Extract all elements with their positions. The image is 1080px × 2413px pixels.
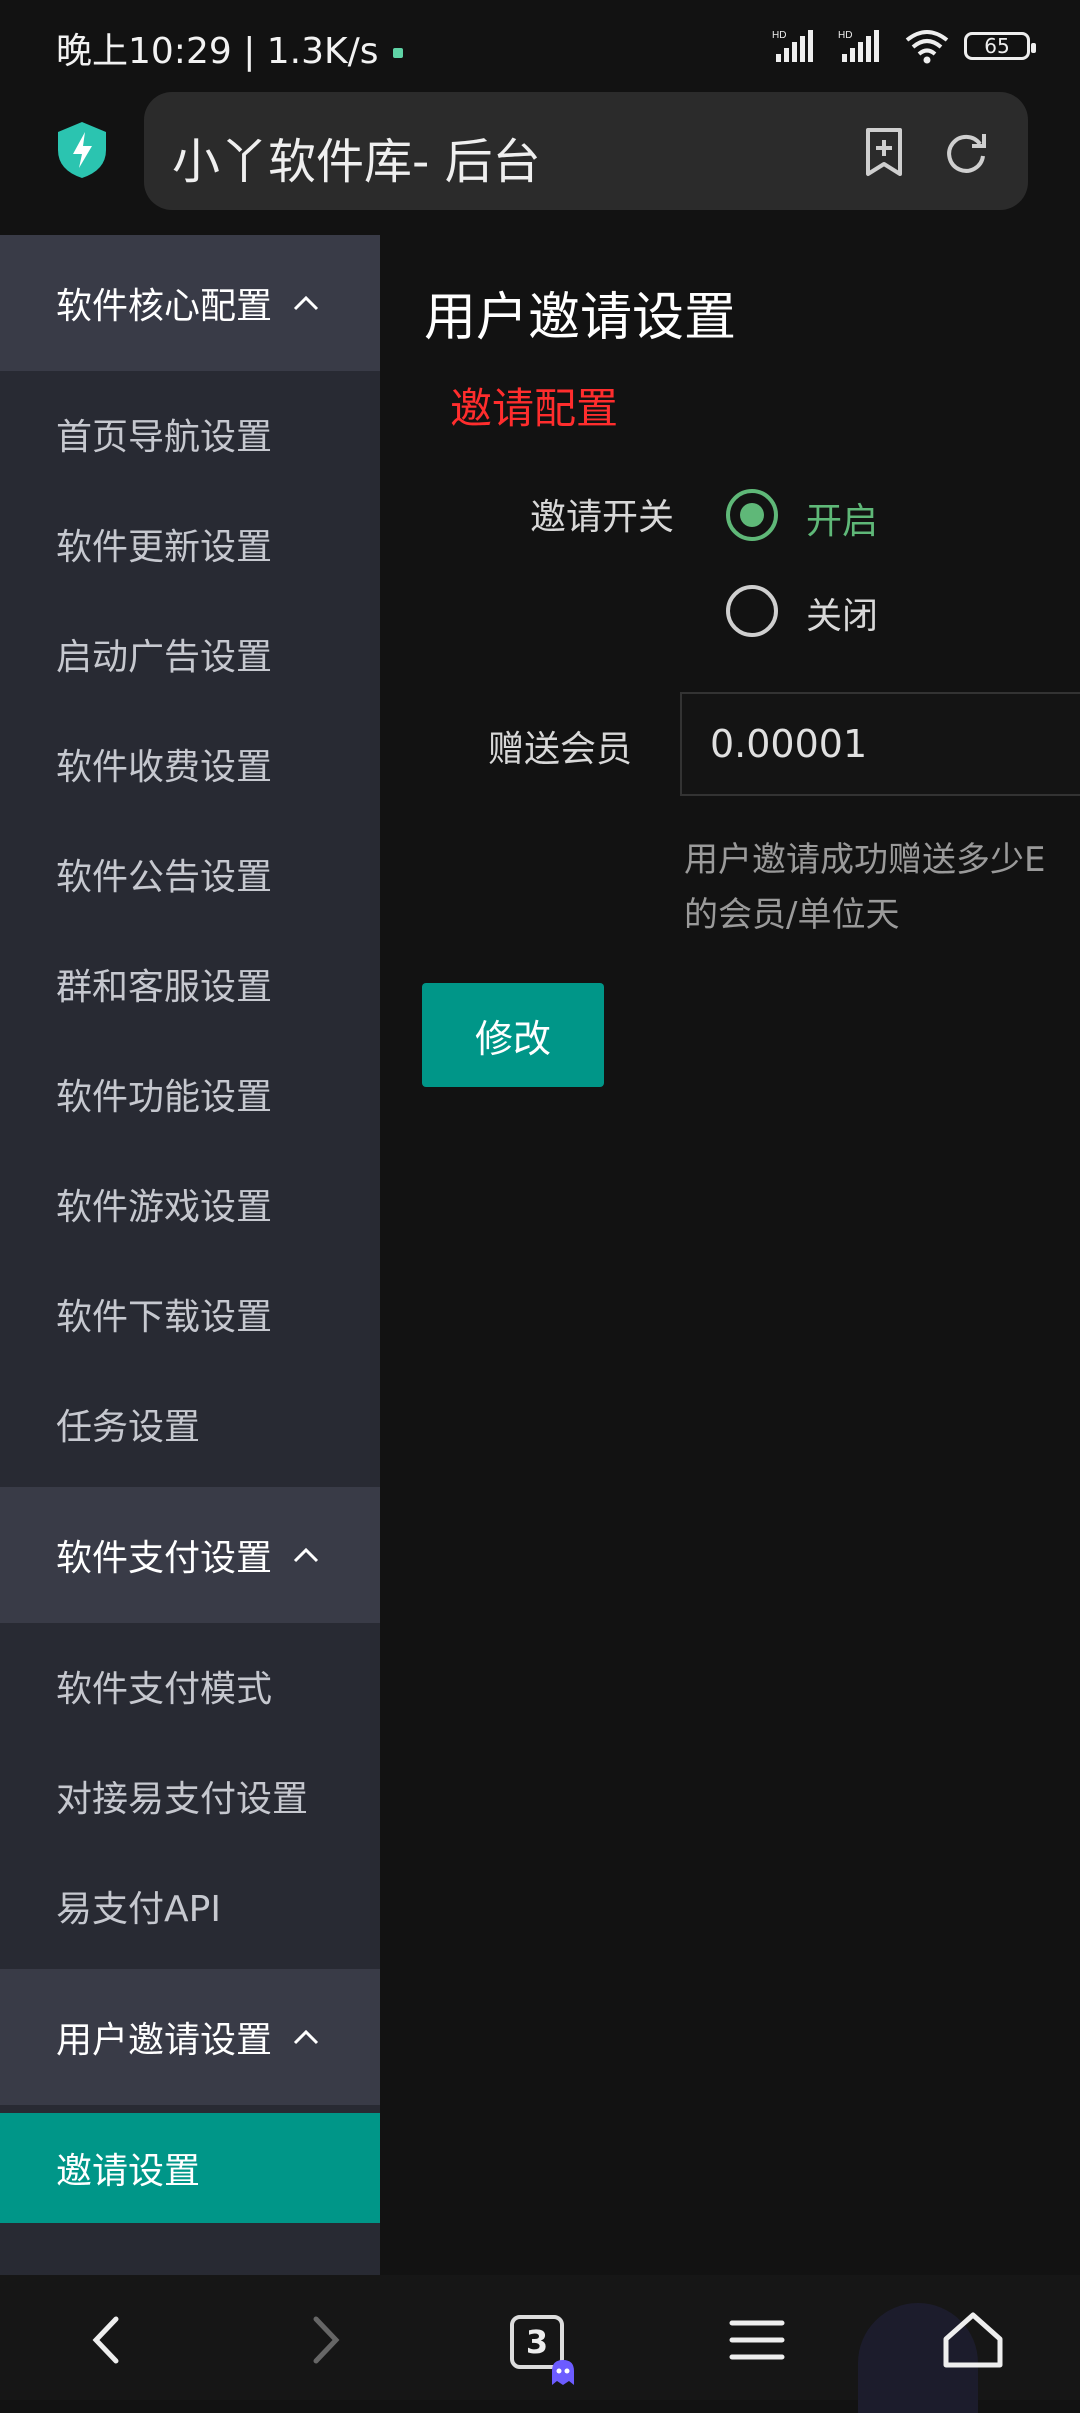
gift-member-value[interactable]: 0.00001	[710, 722, 867, 766]
status-icons: HD HD 65	[772, 28, 1036, 64]
chevron-up-icon	[293, 2029, 319, 2045]
sidebar-item-group-service[interactable]: 群和客服设置	[0, 929, 380, 1039]
sidebar-item-notice[interactable]: 软件公告设置	[0, 819, 380, 929]
status-bar: 晚上10:29 | 1.3K/s HD HD 65	[0, 0, 1080, 90]
address-bar-title[interactable]: 小丫软件库- 后台	[172, 122, 541, 192]
svg-text:HD: HD	[838, 30, 852, 41]
page-title: 用户邀请设置	[424, 288, 737, 348]
sidebar-group-items: 软件支付模式 对接易支付设置 易支付API	[0, 1623, 380, 1969]
browser-toolbar: 小丫软件库- 后台	[0, 92, 1080, 212]
refresh-icon[interactable]	[940, 126, 992, 178]
forward-icon[interactable]	[290, 2305, 360, 2375]
sidebar-group-core-config[interactable]: 软件核心配置	[0, 235, 380, 371]
help-line: 用户邀请成功赠送多少E	[684, 840, 1046, 880]
help-line: 的会员/单位天	[684, 895, 900, 935]
gift-member-help: 用户邀请成功赠送多少E 的会员/单位天	[684, 833, 1080, 943]
menu-icon[interactable]	[722, 2305, 792, 2375]
battery-icon: 65	[964, 32, 1036, 60]
sidebar-item-epay-api[interactable]: 易支付API	[0, 1851, 380, 1961]
sidebar-group-invite[interactable]: 用户邀请设置	[0, 1969, 380, 2105]
radio-disable-label[interactable]: 关闭	[806, 587, 878, 639]
battery-level: 65	[984, 34, 1010, 58]
status-time-text: 晚上10:29 | 1.3K/s	[56, 31, 379, 72]
sidebar-item-games[interactable]: 软件游戏设置	[0, 1149, 380, 1259]
sidebar-group-items: 邀请设置	[0, 2105, 380, 2231]
chevron-up-icon	[293, 1547, 319, 1563]
sidebar-item-launch-ad[interactable]: 启动广告设置	[0, 599, 380, 709]
radio-enable[interactable]	[726, 489, 778, 541]
sidebar-item-invite-settings[interactable]: 邀请设置	[0, 2113, 380, 2223]
notification-dot-icon	[392, 48, 403, 58]
submit-button[interactable]: 修改	[422, 983, 604, 1087]
radio-disable[interactable]	[726, 585, 778, 637]
browser-bottom-nav: 3	[0, 2275, 1080, 2413]
home-icon[interactable]	[938, 2305, 1008, 2375]
address-bar[interactable]: 小丫软件库- 后台	[144, 92, 1028, 210]
section-title: 邀请配置	[450, 384, 619, 433]
sidebar-item-home-nav[interactable]: 首页导航设置	[0, 379, 380, 489]
wifi-icon	[905, 30, 949, 64]
sidebar-group-title: 软件核心配置	[56, 286, 273, 327]
invite-switch-label: 邀请开关	[530, 497, 675, 538]
sidebar-item-features[interactable]: 软件功能设置	[0, 1039, 380, 1149]
chevron-up-icon	[293, 295, 319, 311]
ghost-badge-icon	[552, 2360, 574, 2385]
sidebar-item-pay-mode[interactable]: 软件支付模式	[0, 1631, 380, 1741]
admin-sidebar: 软件核心配置 首页导航设置 软件更新设置 启动广告设置 软件收费设置 软件公告设…	[0, 235, 380, 2275]
sidebar-item-download[interactable]: 软件下载设置	[0, 1259, 380, 1369]
sidebar-group-title: 用户邀请设置	[56, 2020, 273, 2061]
gift-member-input[interactable]: 0.00001	[680, 692, 1080, 796]
sidebar-item-update[interactable]: 软件更新设置	[0, 489, 380, 599]
sidebar-item-epay-config[interactable]: 对接易支付设置	[0, 1741, 380, 1851]
add-bookmark-icon[interactable]	[858, 126, 910, 178]
signal-icon: HD	[772, 30, 813, 62]
sidebar-group-payment[interactable]: 软件支付设置	[0, 1487, 380, 1623]
gift-member-label: 赠送会员	[488, 729, 633, 770]
main-content: 用户邀请设置 邀请配置 邀请开关 开启 关闭 赠送会员 0.00001 用户邀请…	[380, 235, 1080, 2275]
sidebar-item-tasks[interactable]: 任务设置	[0, 1369, 380, 1479]
sidebar-item-charge[interactable]: 软件收费设置	[0, 709, 380, 819]
tab-count: 3	[525, 2323, 549, 2361]
sidebar-group-title: 软件支付设置	[56, 1538, 273, 1579]
shield-icon[interactable]	[54, 120, 110, 180]
status-time: 晚上10:29 | 1.3K/s	[56, 22, 403, 74]
signal-icon: HD	[838, 30, 879, 62]
svg-text:HD: HD	[772, 30, 786, 41]
radio-enable-label[interactable]: 开启	[806, 492, 878, 544]
back-icon[interactable]	[72, 2305, 142, 2375]
sidebar-group-items: 首页导航设置 软件更新设置 启动广告设置 软件收费设置 软件公告设置 群和客服设…	[0, 371, 380, 1487]
